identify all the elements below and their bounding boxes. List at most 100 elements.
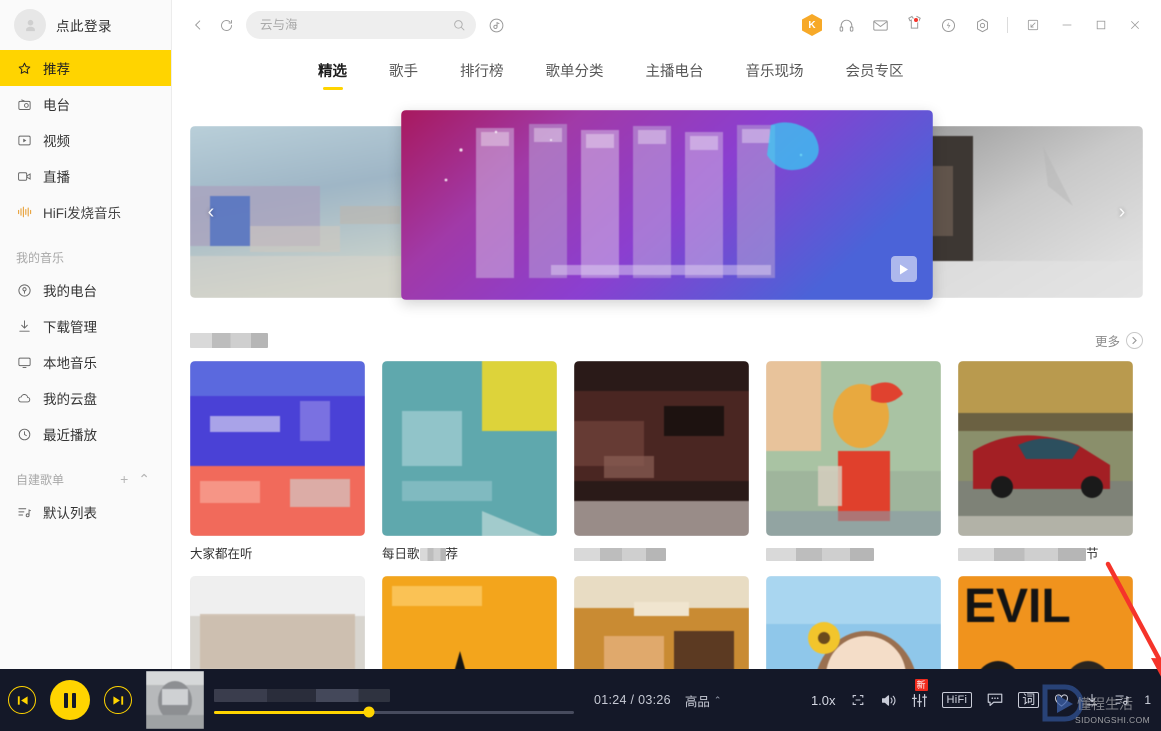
sidebar-label: 本地音乐: [43, 356, 97, 371]
lyrics-button[interactable]: 词: [1018, 692, 1040, 708]
card-thumbnail[interactable]: [766, 361, 941, 536]
sidebar-item-video[interactable]: 视频: [0, 122, 171, 158]
equalizer-icon[interactable]: 新: [911, 678, 928, 709]
comment-bubble-icon[interactable]: [986, 691, 1004, 709]
section-title: 我的音乐: [16, 250, 65, 265]
flash-icon[interactable]: [932, 10, 964, 40]
settings-gear-icon[interactable]: [966, 10, 998, 40]
sidebar-item-radio[interactable]: 电台: [0, 86, 171, 122]
skip-previous-icon[interactable]: [8, 686, 36, 714]
restore-expand-icon[interactable]: [1017, 10, 1049, 40]
card-thumbnail[interactable]: [382, 361, 557, 536]
player-bar: 01:24 / 03:26 高品 ⌃ 1.0x 新 HiFi 词 1 SIDON…: [0, 669, 1161, 731]
toolbar-divider: [1007, 17, 1008, 33]
tab-zhubodiantai[interactable]: 主播电台: [646, 50, 704, 81]
tshirt-skin-icon[interactable]: [898, 10, 930, 40]
card-item[interactable]: [574, 361, 749, 562]
play-pause-button[interactable]: [50, 680, 90, 720]
card-item[interactable]: 大家都在听: [190, 361, 365, 562]
pause-icon: [64, 692, 76, 708]
playlist-count: 1: [1144, 693, 1151, 707]
sidebar-item-recommend[interactable]: 推荐: [0, 50, 171, 86]
music-disc-icon[interactable]: [482, 11, 510, 39]
chevron-up-icon: ⌃: [713, 694, 722, 705]
sidebar-label: HiFi发烧音乐: [43, 206, 121, 221]
sidebar-item-local-music[interactable]: 本地音乐: [0, 344, 171, 380]
tab-paihangbang[interactable]: 排行榜: [460, 50, 504, 81]
avatar[interactable]: [14, 9, 46, 41]
quality-selector[interactable]: 高品 ⌃: [685, 691, 722, 710]
search-icon[interactable]: [452, 18, 466, 32]
playlist-queue-button[interactable]: [1114, 692, 1130, 708]
repeat-mode-icon[interactable]: [850, 692, 866, 708]
progress-handle[interactable]: [363, 706, 375, 718]
sidebar-label: 我的电台: [43, 284, 97, 299]
card-thumbnail[interactable]: [958, 361, 1133, 536]
tab-jingxuan[interactable]: 精选: [318, 50, 347, 81]
sidebar-item-my-radio[interactable]: 我的电台: [0, 272, 171, 308]
section-title: [190, 332, 268, 349]
headphones-icon[interactable]: [830, 10, 862, 40]
carousel-prev-button[interactable]: ‹: [198, 195, 224, 231]
back-button[interactable]: [184, 11, 212, 39]
carousel-slide-center[interactable]: [400, 110, 933, 300]
section-header: 更多: [190, 329, 1143, 351]
time-display: 01:24 / 03:26: [594, 693, 671, 707]
sidebar-item-live[interactable]: 直播: [0, 158, 171, 194]
add-playlist-button[interactable]: +: [115, 472, 133, 486]
search-input[interactable]: [260, 18, 452, 32]
sidebar-label: 视频: [43, 134, 70, 149]
carousel-play-button[interactable]: [890, 256, 917, 282]
sidebar: 点此登录 推荐 电台 视频 直播 HiFi发烧音乐 我的音乐 我的电台 下载管理…: [0, 0, 172, 731]
star-icon: [16, 60, 33, 77]
sidebar-label: 直播: [43, 170, 70, 185]
album-art-thumbnail[interactable]: [146, 671, 204, 729]
collapse-playlists-button[interactable]: ⌃: [133, 472, 155, 486]
close-icon[interactable]: [1119, 10, 1151, 40]
vip-k-label: K: [802, 14, 822, 36]
hifi-toggle[interactable]: HiFi: [941, 692, 973, 708]
blurred-card-title: [766, 548, 874, 562]
player-transport-controls: [0, 680, 132, 720]
tab-huiyuanzhuanqu[interactable]: 会员专区: [846, 50, 904, 81]
skip-next-icon[interactable]: [104, 686, 132, 714]
tab-geshou[interactable]: 歌手: [389, 50, 418, 81]
card-item[interactable]: 每日歌荐: [382, 361, 557, 562]
volume-icon[interactable]: [880, 692, 897, 709]
download-icon[interactable]: [1084, 692, 1100, 708]
main-area: K: [172, 0, 1161, 731]
sidebar-item-recent-played[interactable]: 最近播放: [0, 416, 171, 452]
card-thumbnail[interactable]: [574, 361, 749, 536]
sidebar-item-default-list[interactable]: 默认列表: [0, 494, 171, 530]
card-item[interactable]: [766, 361, 941, 562]
card-item[interactable]: 节: [958, 361, 1133, 562]
more-link[interactable]: 更多: [1095, 331, 1143, 350]
search-box[interactable]: [246, 11, 476, 39]
playlist-icon: [16, 504, 33, 521]
playback-speed-button[interactable]: 1.0x: [811, 693, 836, 708]
sidebar-label: 电台: [43, 98, 70, 113]
section-my-music: 我的音乐: [0, 242, 171, 272]
refresh-icon[interactable]: [212, 11, 240, 39]
progress-fill: [214, 710, 369, 714]
sidebar-label: 下载管理: [43, 320, 97, 335]
minimize-icon[interactable]: [1051, 10, 1083, 40]
vip-k-badge[interactable]: K: [796, 10, 828, 40]
progress-bar[interactable]: [214, 706, 574, 718]
mail-icon[interactable]: [864, 10, 896, 40]
heart-icon[interactable]: [1053, 692, 1070, 709]
maximize-icon[interactable]: [1085, 10, 1117, 40]
card-thumbnail[interactable]: [190, 361, 365, 536]
section-custom-playlists: 自建歌单 + ⌃: [0, 464, 171, 494]
sidebar-item-hifi[interactable]: HiFi发烧音乐: [0, 194, 171, 230]
account-login-row[interactable]: 点此登录: [0, 0, 171, 50]
top-bar: K: [172, 0, 1161, 50]
sidebar-label: 最近播放: [43, 428, 97, 443]
carousel-next-button[interactable]: ›: [1109, 195, 1135, 231]
sidebar-item-cloud-disk[interactable]: 我的云盘: [0, 380, 171, 416]
tab-gedanfenlei[interactable]: 歌单分类: [546, 50, 604, 81]
login-label[interactable]: 点此登录: [56, 15, 112, 35]
tab-yinyuexianchang[interactable]: 音乐现场: [746, 50, 804, 81]
sidebar-item-downloads[interactable]: 下载管理: [0, 308, 171, 344]
card-title: 大家都在听: [190, 547, 253, 561]
